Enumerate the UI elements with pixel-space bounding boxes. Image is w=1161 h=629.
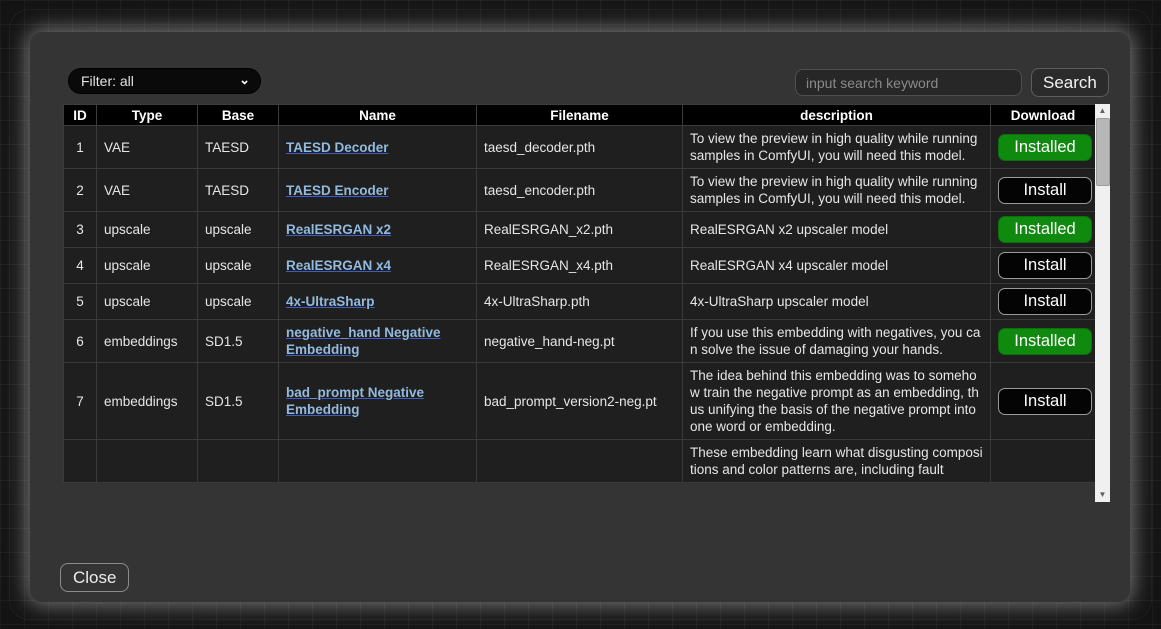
- table-row: 4 upscale upscale RealESRGAN x4 RealESRG…: [64, 248, 1096, 284]
- cell-id: [64, 440, 97, 483]
- cell-base: TAESD: [198, 126, 279, 169]
- model-name-link[interactable]: RealESRGAN x4: [286, 258, 391, 273]
- header-base: Base: [198, 105, 279, 126]
- cell-type: VAE: [97, 169, 198, 212]
- install-button[interactable]: Install: [998, 177, 1092, 204]
- cell-description: 4x-UltraSharp upscaler model: [683, 284, 991, 320]
- installed-button[interactable]: Installed: [998, 216, 1092, 243]
- cell-description: RealESRGAN x2 upscaler model: [683, 212, 991, 248]
- cell-id: 6: [64, 320, 97, 363]
- cell-base: upscale: [198, 212, 279, 248]
- cell-type: VAE: [97, 126, 198, 169]
- cell-name: [279, 440, 477, 483]
- installed-button[interactable]: Installed: [998, 328, 1092, 355]
- models-table: ID Type Base Name Filename description D…: [63, 104, 1095, 483]
- cell-name: 4x-UltraSharp: [279, 284, 477, 320]
- scroll-down-icon[interactable]: ▼: [1095, 488, 1110, 502]
- cell-filename: RealESRGAN_x2.pth: [477, 212, 683, 248]
- cell-name: bad_prompt Negative Embedding: [279, 363, 477, 440]
- cell-name: RealESRGAN x4: [279, 248, 477, 284]
- header-id: ID: [64, 105, 97, 126]
- cell-filename: bad_prompt_version2-neg.pt: [477, 363, 683, 440]
- cell-name: negative_hand Negative Embedding: [279, 320, 477, 363]
- scrollbar-thumb[interactable]: [1096, 118, 1110, 186]
- install-button[interactable]: Install: [998, 388, 1092, 415]
- cell-id: 5: [64, 284, 97, 320]
- table-row: 2 VAE TAESD TAESD Encoder taesd_encoder.…: [64, 169, 1096, 212]
- search-button[interactable]: Search: [1031, 68, 1109, 97]
- filter-select-wrap: Filter: all ⌄: [68, 68, 261, 94]
- table-scrollbar[interactable]: ▲ ▼: [1095, 104, 1110, 502]
- cell-download: Installed: [991, 320, 1096, 363]
- cell-download: Install: [991, 284, 1096, 320]
- header-filename: Filename: [477, 105, 683, 126]
- install-button[interactable]: Install: [998, 252, 1092, 279]
- model-name-link[interactable]: 4x-UltraSharp: [286, 294, 375, 309]
- models-table-viewport: ID Type Base Name Filename description D…: [63, 104, 1095, 502]
- cell-id: 4: [64, 248, 97, 284]
- install-models-dialog: Filter: all ⌄ Search ID Type Base Name F…: [30, 32, 1130, 602]
- cell-filename: [477, 440, 683, 483]
- cell-description: If you use this embedding with negatives…: [683, 320, 991, 363]
- table-row-partial: These embedding learn what disgusting co…: [64, 440, 1096, 483]
- cell-type: upscale: [97, 212, 198, 248]
- cell-download: Install: [991, 363, 1096, 440]
- close-button[interactable]: Close: [60, 563, 129, 592]
- cell-filename: taesd_encoder.pth: [477, 169, 683, 212]
- cell-name: TAESD Encoder: [279, 169, 477, 212]
- cell-download: Installed: [991, 212, 1096, 248]
- model-name-link[interactable]: RealESRGAN x2: [286, 222, 391, 237]
- cell-filename: negative_hand-neg.pt: [477, 320, 683, 363]
- cell-description: The idea behind this embedding was to so…: [683, 363, 991, 440]
- cell-download: [991, 440, 1096, 483]
- cell-name: TAESD Decoder: [279, 126, 477, 169]
- header-name: Name: [279, 105, 477, 126]
- table-row: 3 upscale upscale RealESRGAN x2 RealESRG…: [64, 212, 1096, 248]
- cell-download: Install: [991, 169, 1096, 212]
- cell-base: SD1.5: [198, 320, 279, 363]
- cell-type: embeddings: [97, 363, 198, 440]
- cell-base: upscale: [198, 284, 279, 320]
- cell-id: 7: [64, 363, 97, 440]
- cell-id: 3: [64, 212, 97, 248]
- cell-description: To view the preview in high quality whil…: [683, 169, 991, 212]
- table-row: 5 upscale upscale 4x-UltraSharp 4x-Ultra…: [64, 284, 1096, 320]
- header-type: Type: [97, 105, 198, 126]
- installed-button[interactable]: Installed: [998, 134, 1092, 161]
- table-row: 1 VAE TAESD TAESD Decoder taesd_decoder.…: [64, 126, 1096, 169]
- cell-description: RealESRGAN x4 upscaler model: [683, 248, 991, 284]
- cell-description: These embedding learn what disgusting co…: [683, 440, 991, 483]
- table-row: 7 embeddings SD1.5 bad_prompt Negative E…: [64, 363, 1096, 440]
- cell-type: upscale: [97, 248, 198, 284]
- cell-id: 1: [64, 126, 97, 169]
- scroll-up-icon[interactable]: ▲: [1095, 104, 1110, 118]
- cell-base: TAESD: [198, 169, 279, 212]
- cell-base: SD1.5: [198, 363, 279, 440]
- cell-filename: taesd_decoder.pth: [477, 126, 683, 169]
- model-name-link[interactable]: negative_hand Negative Embedding: [286, 325, 441, 357]
- table-header-row: ID Type Base Name Filename description D…: [64, 105, 1096, 126]
- model-name-link[interactable]: TAESD Decoder: [286, 140, 389, 155]
- header-download: Download: [991, 105, 1096, 126]
- cell-base: [198, 440, 279, 483]
- search-input[interactable]: [795, 69, 1022, 96]
- install-button[interactable]: Install: [998, 288, 1092, 315]
- cell-type: [97, 440, 198, 483]
- cell-type: upscale: [97, 284, 198, 320]
- model-name-link[interactable]: bad_prompt Negative Embedding: [286, 385, 424, 417]
- models-table-zone: ID Type Base Name Filename description D…: [63, 104, 1110, 502]
- cell-id: 2: [64, 169, 97, 212]
- cell-type: embeddings: [97, 320, 198, 363]
- cell-description: To view the preview in high quality whil…: [683, 126, 991, 169]
- header-description: description: [683, 105, 991, 126]
- table-row: 6 embeddings SD1.5 negative_hand Negativ…: [64, 320, 1096, 363]
- cell-download: Installed: [991, 126, 1096, 169]
- cell-filename: 4x-UltraSharp.pth: [477, 284, 683, 320]
- cell-name: RealESRGAN x2: [279, 212, 477, 248]
- cell-download: Install: [991, 248, 1096, 284]
- cell-filename: RealESRGAN_x4.pth: [477, 248, 683, 284]
- model-name-link[interactable]: TAESD Encoder: [286, 183, 389, 198]
- filter-select[interactable]: Filter: all: [68, 68, 261, 94]
- cell-base: upscale: [198, 248, 279, 284]
